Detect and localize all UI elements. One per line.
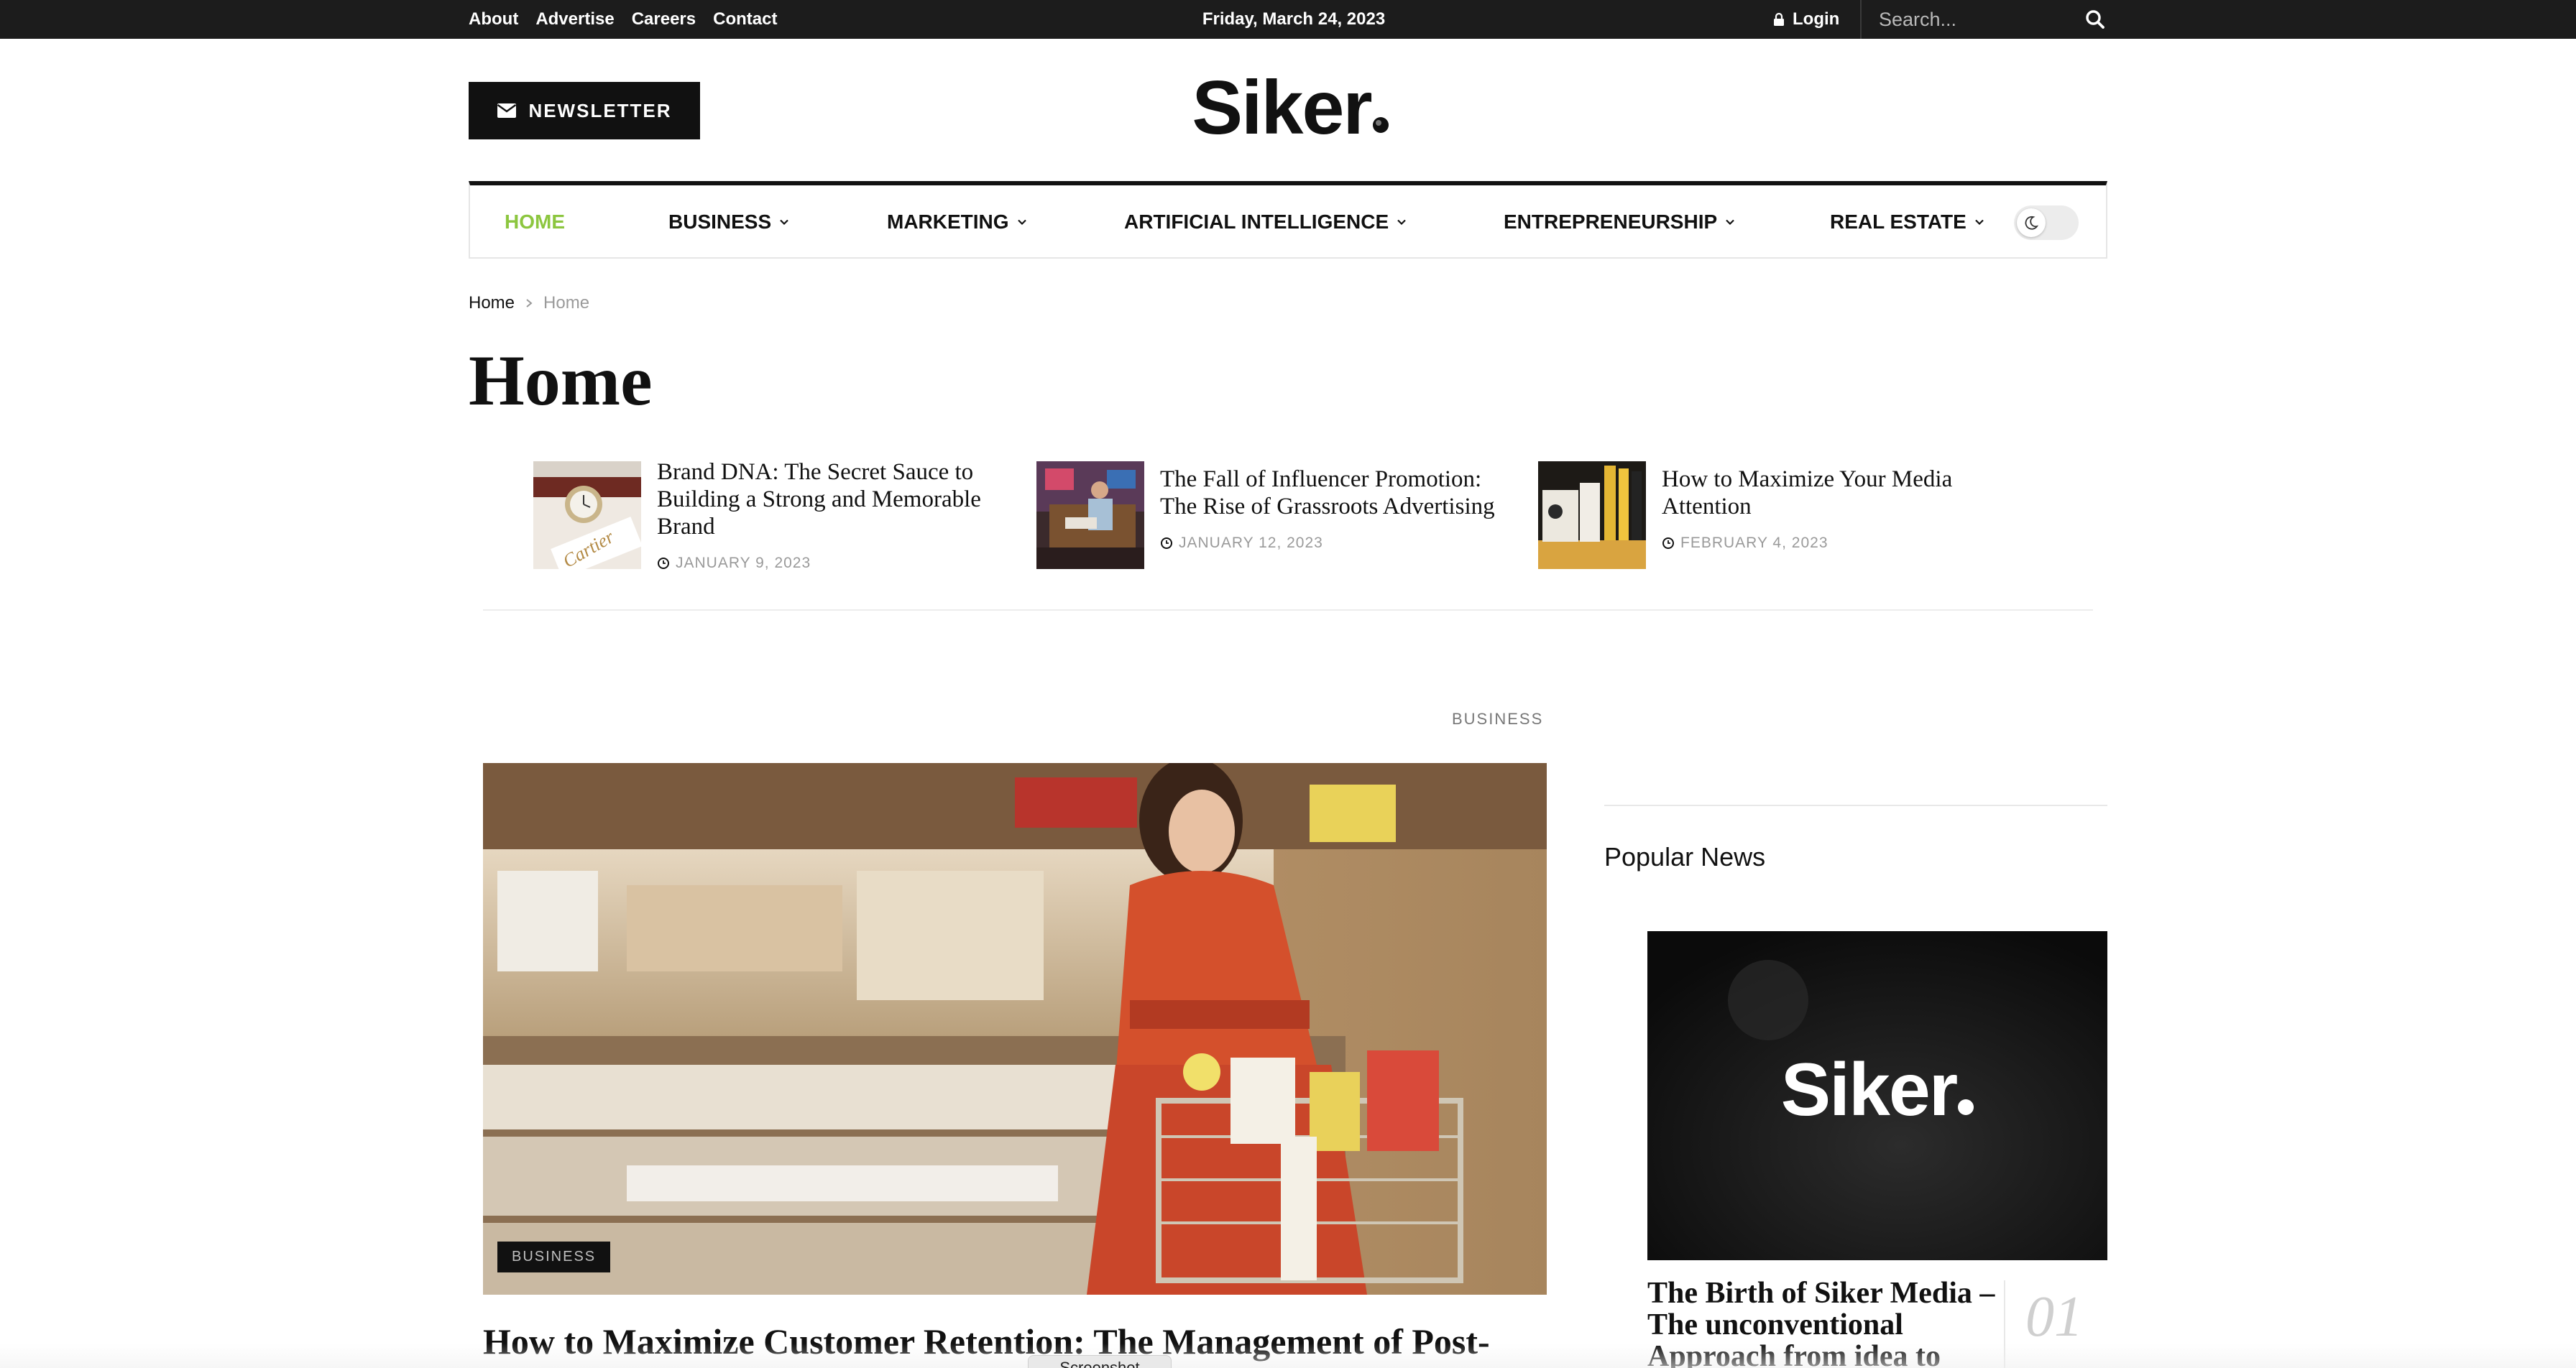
featured-image[interactable] [483, 763, 1547, 1295]
current-date: Friday, March 24, 2023 [1202, 9, 1386, 29]
popular-image-logo: Siker [1647, 1048, 2107, 1133]
logo-dot [1958, 1099, 1974, 1115]
article-thumbnail[interactable]: Cartier [533, 461, 641, 569]
top-links: About Advertise Careers Contact [469, 0, 777, 39]
chevron-right-icon [526, 299, 533, 308]
nav-item-artificial-intelligence[interactable]: ARTIFICIAL INTELLIGENCE [1124, 185, 1407, 259]
logo-dot [1372, 117, 1389, 133]
top-link-careers[interactable]: Careers [632, 9, 696, 29]
article-thumbnail[interactable] [1036, 461, 1144, 569]
chevron-down-icon [1397, 219, 1406, 226]
popular-article-image[interactable]: Siker [1647, 931, 2107, 1260]
nav-label: ARTIFICIAL INTELLIGENCE [1124, 211, 1389, 233]
breadcrumb: Home Home [469, 293, 589, 313]
popular-news-heading: Popular News [1604, 842, 1766, 872]
login-link[interactable]: Login [1772, 0, 1839, 39]
main-nav: HOME BUSINESS MARKETING ARTIFICIAL INTEL… [469, 181, 2107, 259]
nav-label: BUSINESS [668, 211, 772, 233]
lock-icon [1774, 12, 1784, 26]
search-input[interactable] [1869, 4, 2113, 34]
trending-item[interactable]: How to Maximize Your Media Attention FEB… [1538, 461, 2027, 569]
top-bar: About Advertise Careers Contact Friday, … [0, 0, 2576, 39]
page-title: Home [469, 341, 653, 420]
clock-icon [1161, 537, 1172, 549]
popular-image-logo-text: Siker [1780, 1048, 1958, 1132]
popular-rank-number: 01 [2025, 1285, 2083, 1349]
top-separator [1860, 0, 1862, 39]
nav-item-home[interactable]: HOME [505, 185, 565, 259]
clock-icon [1662, 537, 1674, 549]
nav-item-marketing[interactable]: MARKETING [887, 185, 1028, 259]
moon-icon [2025, 216, 2039, 230]
envelope-icon [497, 103, 517, 118]
featured-article-title[interactable]: How to Maximize Customer Retention: The … [483, 1321, 1561, 1362]
sidebar-divider [1604, 805, 2107, 806]
popular-article-title[interactable]: The Birth of Siker Media – The unconvent… [1647, 1277, 2007, 1368]
section-divider [483, 609, 2093, 611]
article-date-text: JANUARY 9, 2023 [676, 555, 811, 571]
category-badge[interactable]: BUSINESS [497, 1242, 611, 1272]
chevron-down-icon [780, 219, 788, 226]
top-link-advertise[interactable]: Advertise [535, 9, 614, 29]
article-title[interactable]: Brand DNA: The Secret Sauce to Building … [657, 458, 1016, 540]
top-link-about[interactable]: About [469, 9, 518, 29]
chevron-down-icon [1017, 219, 1026, 226]
site-logo[interactable]: Siker [1172, 65, 1409, 151]
newsletter-label: NEWSLETTER [528, 99, 672, 121]
chevron-down-icon [1726, 219, 1734, 226]
rank-divider [2004, 1280, 2005, 1368]
login-label: Login [1793, 9, 1840, 29]
article-date-text: JANUARY 12, 2023 [1179, 535, 1323, 551]
article-date: FEBRUARY 4, 2023 [1662, 535, 1828, 552]
article-date: JANUARY 12, 2023 [1160, 535, 1323, 552]
nav-label: ENTREPRENEURSHIP [1504, 211, 1718, 233]
top-link-contact[interactable]: Contact [713, 9, 777, 29]
chevron-down-icon [1975, 219, 1984, 226]
nav-item-entrepreneurship[interactable]: ENTREPRENEURSHIP [1504, 185, 1736, 259]
article-title[interactable]: The Fall of Influencer Promotion: The Ri… [1160, 466, 1519, 520]
clock-icon [658, 558, 669, 569]
trending-item[interactable]: The Fall of Influencer Promotion: The Ri… [1036, 461, 1525, 569]
article-thumbnail[interactable] [1538, 461, 1646, 569]
screenshot-tooltip[interactable]: Screenshot [1028, 1355, 1172, 1368]
nav-label: HOME [505, 211, 565, 233]
nav-item-business[interactable]: BUSINESS [668, 185, 790, 259]
dark-mode-toggle[interactable] [2014, 205, 2079, 240]
toggle-knob [2017, 208, 2046, 237]
article-title[interactable]: How to Maximize Your Media Attention [1662, 466, 2021, 520]
article-date-text: FEBRUARY 4, 2023 [1680, 535, 1828, 551]
newsletter-button[interactable]: NEWSLETTER [469, 82, 700, 139]
nav-label: MARKETING [887, 211, 1009, 233]
logo-text: Siker [1192, 65, 1372, 150]
nav-label: REAL ESTATE [1830, 211, 1966, 233]
trending-item[interactable]: Cartier Brand DNA: The Secret Sauce to B… [533, 458, 1022, 572]
nav-item-real-estate[interactable]: REAL ESTATE [1830, 185, 1985, 259]
breadcrumb-current: Home [543, 293, 590, 313]
category-label[interactable]: BUSINESS [1452, 710, 1543, 729]
breadcrumb-home[interactable]: Home [469, 293, 515, 313]
search-icon[interactable] [2084, 9, 2106, 30]
article-date: JANUARY 9, 2023 [657, 555, 811, 572]
